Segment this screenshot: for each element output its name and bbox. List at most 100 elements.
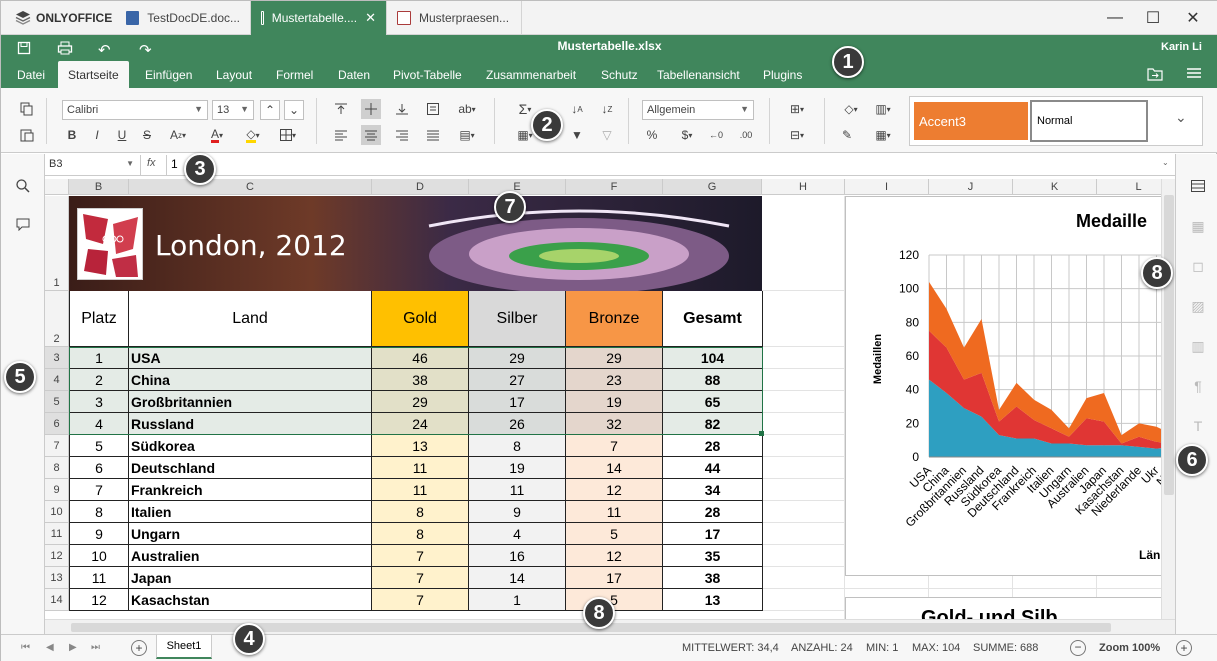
cell-silber[interactable]: 14 bbox=[469, 567, 566, 589]
header-bronze[interactable]: Bronze bbox=[566, 291, 663, 347]
cell-settings-icon[interactable] bbox=[1188, 176, 1208, 196]
column-header[interactable]: H bbox=[762, 179, 845, 195]
cell-platz[interactable]: 12 bbox=[69, 589, 129, 611]
row-header[interactable]: 4 bbox=[45, 369, 69, 391]
cell-platz[interactable]: 8 bbox=[69, 501, 129, 523]
minimize-button[interactable]: — bbox=[1095, 1, 1135, 35]
tab-presentation[interactable]: Musterpraesen... bbox=[387, 1, 522, 35]
menu-pivot-tabelle[interactable]: Pivot-Tabelle bbox=[383, 61, 472, 88]
column-header[interactable]: F bbox=[566, 179, 663, 195]
wrap-text-icon[interactable] bbox=[423, 99, 443, 119]
hamburger-menu-icon[interactable] bbox=[1187, 67, 1201, 82]
cell-land[interactable]: China bbox=[129, 369, 372, 391]
cell-gold[interactable]: 11 bbox=[372, 457, 469, 479]
row-header[interactable]: 12 bbox=[45, 545, 69, 567]
zoom-level[interactable]: Zoom 100% bbox=[1099, 642, 1160, 654]
cell-land[interactable]: Kasachstan bbox=[129, 589, 372, 611]
fill-handle[interactable] bbox=[759, 431, 764, 436]
cell-silber[interactable]: 1 bbox=[469, 589, 566, 611]
header-gold[interactable]: Gold bbox=[372, 291, 469, 347]
cell-bronze[interactable]: 29 bbox=[566, 347, 663, 369]
cell-silber[interactable]: 16 bbox=[469, 545, 566, 567]
underline-icon[interactable]: U bbox=[112, 125, 132, 145]
delete-cells-icon[interactable]: ⊟ ▾ bbox=[783, 125, 811, 145]
font-name-select[interactable]: Calibri ▼ bbox=[62, 100, 208, 120]
menu-einfuegen[interactable]: Einfügen bbox=[135, 61, 202, 88]
cell-gold[interactable]: 24 bbox=[372, 413, 469, 435]
column-header[interactable]: K bbox=[1013, 179, 1097, 195]
row-header[interactable]: 9 bbox=[45, 479, 69, 501]
cell-land[interactable]: Großbritannien bbox=[129, 391, 372, 413]
tab-document[interactable]: TestDocDE.doc... bbox=[116, 1, 251, 35]
cell-land[interactable]: Südkorea bbox=[129, 435, 372, 457]
cell-gold[interactable]: 13 bbox=[372, 435, 469, 457]
cell-reference-box[interactable]: B3 ▼ bbox=[45, 155, 141, 175]
cell-silber[interactable]: 19 bbox=[469, 457, 566, 479]
merge-cells-icon[interactable]: ▤ ▾ bbox=[453, 125, 481, 145]
cell-platz[interactable]: 1 bbox=[69, 347, 129, 369]
row-header[interactable]: 1 bbox=[45, 196, 69, 291]
cell-silber[interactable]: 8 bbox=[469, 435, 566, 457]
strikethrough-icon[interactable]: S bbox=[137, 125, 157, 145]
cell-bronze[interactable]: 7 bbox=[566, 435, 663, 457]
decrease-decimal-icon[interactable]: ←0 bbox=[704, 125, 728, 145]
first-sheet-icon[interactable]: ⏮ bbox=[21, 642, 30, 653]
cell-silber[interactable]: 29 bbox=[469, 347, 566, 369]
bold-icon[interactable]: B bbox=[62, 125, 82, 145]
cell-land[interactable]: Deutschland bbox=[129, 457, 372, 479]
maximize-button[interactable]: ☐ bbox=[1133, 1, 1173, 35]
cell-bronze[interactable]: 19 bbox=[566, 391, 663, 413]
subscript-icon[interactable]: Az ▾ bbox=[164, 125, 192, 145]
italic-icon[interactable]: I bbox=[87, 125, 107, 145]
cell-gesamt[interactable]: 104 bbox=[663, 347, 763, 369]
font-size-select[interactable]: 13 ▼ bbox=[212, 100, 254, 120]
cell-gesamt[interactable]: 88 bbox=[663, 369, 763, 391]
align-justify-icon[interactable] bbox=[423, 125, 443, 145]
cell-gold[interactable]: 7 bbox=[372, 589, 469, 611]
row-header[interactable]: 14 bbox=[45, 589, 69, 611]
cell-gesamt[interactable]: 13 bbox=[663, 589, 763, 611]
last-sheet-icon[interactable]: ⏭ bbox=[91, 642, 100, 653]
menu-layout[interactable]: Layout bbox=[206, 61, 262, 88]
paragraph-settings-icon[interactable]: ¶ bbox=[1188, 376, 1208, 396]
cell-platz[interactable]: 3 bbox=[69, 391, 129, 413]
column-header[interactable]: J bbox=[929, 179, 1013, 195]
spreadsheet-grid[interactable]: BCDEFGHIJKL 1 2 3 4 5 6 7 8 9 10 11 12 13 14 bbox=[45, 179, 1175, 619]
cell-platz[interactable]: 5 bbox=[69, 435, 129, 457]
row-header[interactable]: 8 bbox=[45, 457, 69, 479]
row-header[interactable]: 5 bbox=[45, 391, 69, 413]
row-header[interactable]: 11 bbox=[45, 523, 69, 545]
cell-gesamt[interactable]: 65 bbox=[663, 391, 763, 413]
align-top-icon[interactable] bbox=[331, 99, 351, 119]
cell-gold[interactable]: 7 bbox=[372, 545, 469, 567]
row-header[interactable]: 3 bbox=[45, 347, 69, 369]
number-format-select[interactable]: Allgemein ▼ bbox=[642, 100, 754, 120]
sort-descending-icon[interactable]: ↓ Z bbox=[597, 99, 617, 119]
menu-formel[interactable]: Formel bbox=[266, 61, 323, 88]
cell-land[interactable]: Japan bbox=[129, 567, 372, 589]
cell-silber[interactable]: 9 bbox=[469, 501, 566, 523]
user-name[interactable]: Karin Li bbox=[1161, 41, 1202, 53]
cell-land[interactable]: Australien bbox=[129, 545, 372, 567]
zoom-out-button[interactable]: − bbox=[1070, 640, 1086, 656]
menu-tabellenansicht[interactable]: Tabellenansicht bbox=[647, 61, 750, 88]
menu-datei[interactable]: Datei bbox=[7, 61, 55, 88]
cell-gesamt[interactable]: 82 bbox=[663, 413, 763, 435]
cell-platz[interactable]: 9 bbox=[69, 523, 129, 545]
cell-bronze[interactable]: 11 bbox=[566, 501, 663, 523]
cell-platz[interactable]: 7 bbox=[69, 479, 129, 501]
format-as-table-icon[interactable]: ▦ ▾ bbox=[869, 125, 897, 145]
cell-platz[interactable]: 4 bbox=[69, 413, 129, 435]
cell-gesamt[interactable]: 34 bbox=[663, 479, 763, 501]
cell-bronze[interactable]: 14 bbox=[566, 457, 663, 479]
menu-schutz[interactable]: Schutz bbox=[591, 61, 648, 88]
cell-land[interactable]: Italien bbox=[129, 501, 372, 523]
textart-settings-icon[interactable]: T bbox=[1188, 416, 1208, 436]
cell-gesamt[interactable]: 17 bbox=[663, 523, 763, 545]
decrease-font-icon[interactable]: ⌄ bbox=[284, 100, 304, 120]
open-location-icon[interactable] bbox=[1147, 67, 1163, 84]
menu-startseite[interactable]: Startseite bbox=[58, 61, 129, 88]
cell-platz[interactable]: 11 bbox=[69, 567, 129, 589]
cell-platz[interactable]: 2 bbox=[69, 369, 129, 391]
cell-gesamt[interactable]: 35 bbox=[663, 545, 763, 567]
